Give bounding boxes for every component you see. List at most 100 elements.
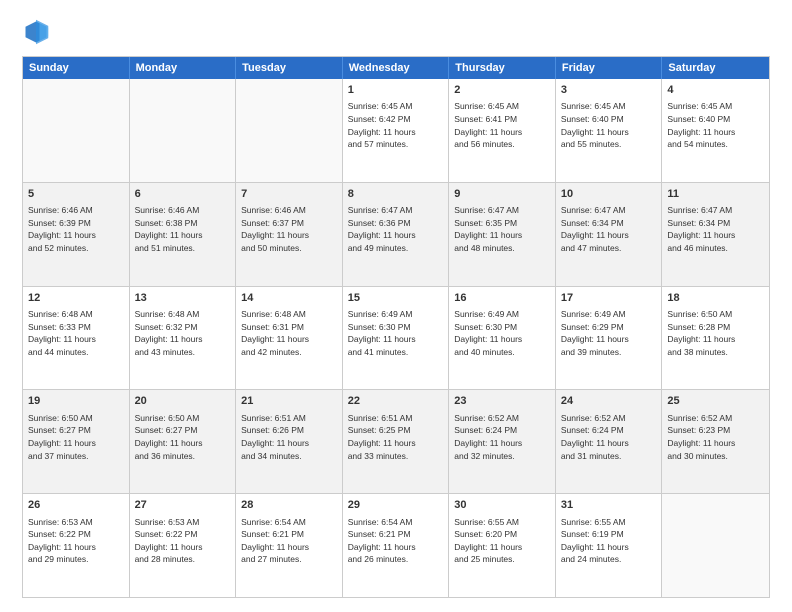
cell-info: Sunrise: 6:52 AM Sunset: 6:24 PM Dayligh… (454, 413, 522, 461)
calendar-cell-r3c0: 19 Sunrise: 6:50 AM Sunset: 6:27 PM Dayli… (23, 390, 130, 493)
day-number: 7 (241, 187, 337, 202)
day-number: 2 (454, 83, 550, 98)
calendar-cell-r3c6: 25 Sunrise: 6:52 AM Sunset: 6:23 PM Dayli… (662, 390, 769, 493)
calendar-cell-r4c0: 26Sunrise: 6:53 AM Sunset: 6:22 PM Dayli… (23, 494, 130, 597)
cell-info: Sunrise: 6:50 AM Sunset: 6:27 PM Dayligh… (28, 413, 96, 461)
day-number: 12 (28, 291, 124, 306)
day-number: 25 (667, 394, 764, 409)
cell-info: Sunrise: 6:45 AM Sunset: 6:41 PM Dayligh… (454, 101, 522, 149)
cell-info: Sunrise: 6:46 AM Sunset: 6:38 PM Dayligh… (135, 205, 203, 253)
calendar-cell-r2c6: 18 Sunrise: 6:50 AM Sunset: 6:28 PM Dayli… (662, 287, 769, 390)
calendar-cell-r3c1: 20 Sunrise: 6:50 AM Sunset: 6:27 PM Dayli… (130, 390, 237, 493)
cell-info: Sunrise: 6:47 AM Sunset: 6:34 PM Dayligh… (667, 205, 735, 253)
day-number: 31 (561, 498, 657, 513)
calendar-cell-r1c4: 9 Sunrise: 6:47 AM Sunset: 6:35 PM Daylig… (449, 183, 556, 286)
cell-info: Sunrise: 6:51 AM Sunset: 6:26 PM Dayligh… (241, 413, 309, 461)
calendar-cell-r0c2 (236, 79, 343, 182)
calendar-cell-r2c4: 16Sunrise: 6:49 AM Sunset: 6:30 PM Dayli… (449, 287, 556, 390)
logo (22, 18, 54, 46)
day-number: 8 (348, 187, 444, 202)
cell-info: Sunrise: 6:51 AM Sunset: 6:25 PM Dayligh… (348, 413, 416, 461)
day-number: 13 (135, 291, 231, 306)
cell-info: Sunrise: 6:53 AM Sunset: 6:22 PM Dayligh… (28, 517, 96, 565)
page: SundayMondayTuesdayWednesdayThursdayFrid… (0, 0, 792, 612)
day-number: 9 (454, 187, 550, 202)
calendar-cell-r1c2: 7 Sunrise: 6:46 AM Sunset: 6:37 PM Daylig… (236, 183, 343, 286)
cell-info: Sunrise: 6:45 AM Sunset: 6:42 PM Dayligh… (348, 101, 416, 149)
calendar-cell-r2c5: 17Sunrise: 6:49 AM Sunset: 6:29 PM Dayli… (556, 287, 663, 390)
calendar-cell-r1c3: 8 Sunrise: 6:47 AM Sunset: 6:36 PM Daylig… (343, 183, 450, 286)
header-day-wednesday: Wednesday (343, 57, 450, 79)
calendar-cell-r4c1: 27 Sunrise: 6:53 AM Sunset: 6:22 PM Dayli… (130, 494, 237, 597)
calendar-row-1: 5Sunrise: 6:46 AM Sunset: 6:39 PM Daylig… (23, 182, 769, 286)
day-number: 10 (561, 187, 657, 202)
day-number: 21 (241, 394, 337, 409)
header-day-sunday: Sunday (23, 57, 130, 79)
calendar-row-2: 12 Sunrise: 6:48 AM Sunset: 6:33 PM Dayli… (23, 286, 769, 390)
day-number: 27 (135, 498, 231, 513)
cell-info: Sunrise: 6:50 AM Sunset: 6:28 PM Dayligh… (667, 309, 735, 357)
logo-icon (22, 18, 50, 46)
calendar-cell-r2c3: 15 Sunrise: 6:49 AM Sunset: 6:30 PM Dayli… (343, 287, 450, 390)
calendar-cell-r2c0: 12 Sunrise: 6:48 AM Sunset: 6:33 PM Dayli… (23, 287, 130, 390)
header-day-thursday: Thursday (449, 57, 556, 79)
calendar-cell-r0c0 (23, 79, 130, 182)
calendar-row-3: 19 Sunrise: 6:50 AM Sunset: 6:27 PM Dayli… (23, 389, 769, 493)
calendar-body: 1 Sunrise: 6:45 AM Sunset: 6:42 PM Daylig… (23, 79, 769, 597)
cell-info: Sunrise: 6:55 AM Sunset: 6:20 PM Dayligh… (454, 517, 522, 565)
cell-info: Sunrise: 6:45 AM Sunset: 6:40 PM Dayligh… (561, 101, 629, 149)
day-number: 15 (348, 291, 444, 306)
day-number: 22 (348, 394, 444, 409)
day-number: 18 (667, 291, 764, 306)
header-day-friday: Friday (556, 57, 663, 79)
day-number: 1 (348, 83, 444, 98)
cell-info: Sunrise: 6:49 AM Sunset: 6:30 PM Dayligh… (454, 309, 522, 357)
calendar-row-4: 26Sunrise: 6:53 AM Sunset: 6:22 PM Dayli… (23, 493, 769, 597)
cell-info: Sunrise: 6:48 AM Sunset: 6:33 PM Dayligh… (28, 309, 96, 357)
header (22, 18, 770, 46)
day-number: 14 (241, 291, 337, 306)
cell-info: Sunrise: 6:50 AM Sunset: 6:27 PM Dayligh… (135, 413, 203, 461)
calendar-cell-r1c5: 10Sunrise: 6:47 AM Sunset: 6:34 PM Dayli… (556, 183, 663, 286)
day-number: 6 (135, 187, 231, 202)
calendar-row-0: 1 Sunrise: 6:45 AM Sunset: 6:42 PM Daylig… (23, 79, 769, 182)
calendar: SundayMondayTuesdayWednesdayThursdayFrid… (22, 56, 770, 598)
cell-info: Sunrise: 6:48 AM Sunset: 6:31 PM Dayligh… (241, 309, 309, 357)
calendar-cell-r4c2: 28Sunrise: 6:54 AM Sunset: 6:21 PM Dayli… (236, 494, 343, 597)
day-number: 23 (454, 394, 550, 409)
calendar-cell-r4c3: 29 Sunrise: 6:54 AM Sunset: 6:21 PM Dayli… (343, 494, 450, 597)
calendar-cell-r0c1 (130, 79, 237, 182)
calendar-cell-r0c6: 4 Sunrise: 6:45 AM Sunset: 6:40 PM Daylig… (662, 79, 769, 182)
cell-info: Sunrise: 6:47 AM Sunset: 6:35 PM Dayligh… (454, 205, 522, 253)
day-number: 19 (28, 394, 124, 409)
calendar-header: SundayMondayTuesdayWednesdayThursdayFrid… (23, 57, 769, 79)
day-number: 4 (667, 83, 764, 98)
day-number: 20 (135, 394, 231, 409)
calendar-cell-r0c3: 1 Sunrise: 6:45 AM Sunset: 6:42 PM Daylig… (343, 79, 450, 182)
calendar-cell-r1c0: 5Sunrise: 6:46 AM Sunset: 6:39 PM Daylig… (23, 183, 130, 286)
calendar-cell-r3c2: 21 Sunrise: 6:51 AM Sunset: 6:26 PM Dayli… (236, 390, 343, 493)
header-day-saturday: Saturday (662, 57, 769, 79)
cell-info: Sunrise: 6:46 AM Sunset: 6:37 PM Dayligh… (241, 205, 309, 253)
calendar-cell-r1c6: 11Sunrise: 6:47 AM Sunset: 6:34 PM Dayli… (662, 183, 769, 286)
cell-info: Sunrise: 6:55 AM Sunset: 6:19 PM Dayligh… (561, 517, 629, 565)
calendar-cell-r4c4: 30 Sunrise: 6:55 AM Sunset: 6:20 PM Dayli… (449, 494, 556, 597)
cell-info: Sunrise: 6:45 AM Sunset: 6:40 PM Dayligh… (667, 101, 735, 149)
cell-info: Sunrise: 6:53 AM Sunset: 6:22 PM Dayligh… (135, 517, 203, 565)
calendar-cell-r4c5: 31 Sunrise: 6:55 AM Sunset: 6:19 PM Dayli… (556, 494, 663, 597)
calendar-cell-r2c2: 14 Sunrise: 6:48 AM Sunset: 6:31 PM Dayli… (236, 287, 343, 390)
calendar-cell-r0c5: 3Sunrise: 6:45 AM Sunset: 6:40 PM Daylig… (556, 79, 663, 182)
cell-info: Sunrise: 6:52 AM Sunset: 6:23 PM Dayligh… (667, 413, 735, 461)
day-number: 29 (348, 498, 444, 513)
cell-info: Sunrise: 6:54 AM Sunset: 6:21 PM Dayligh… (348, 517, 416, 565)
day-number: 30 (454, 498, 550, 513)
cell-info: Sunrise: 6:47 AM Sunset: 6:36 PM Dayligh… (348, 205, 416, 253)
calendar-cell-r4c6 (662, 494, 769, 597)
cell-info: Sunrise: 6:52 AM Sunset: 6:24 PM Dayligh… (561, 413, 629, 461)
calendar-cell-r3c5: 24 Sunrise: 6:52 AM Sunset: 6:24 PM Dayli… (556, 390, 663, 493)
header-day-monday: Monday (130, 57, 237, 79)
day-number: 28 (241, 498, 337, 513)
cell-info: Sunrise: 6:49 AM Sunset: 6:30 PM Dayligh… (348, 309, 416, 357)
day-number: 24 (561, 394, 657, 409)
calendar-cell-r0c4: 2 Sunrise: 6:45 AM Sunset: 6:41 PM Daylig… (449, 79, 556, 182)
